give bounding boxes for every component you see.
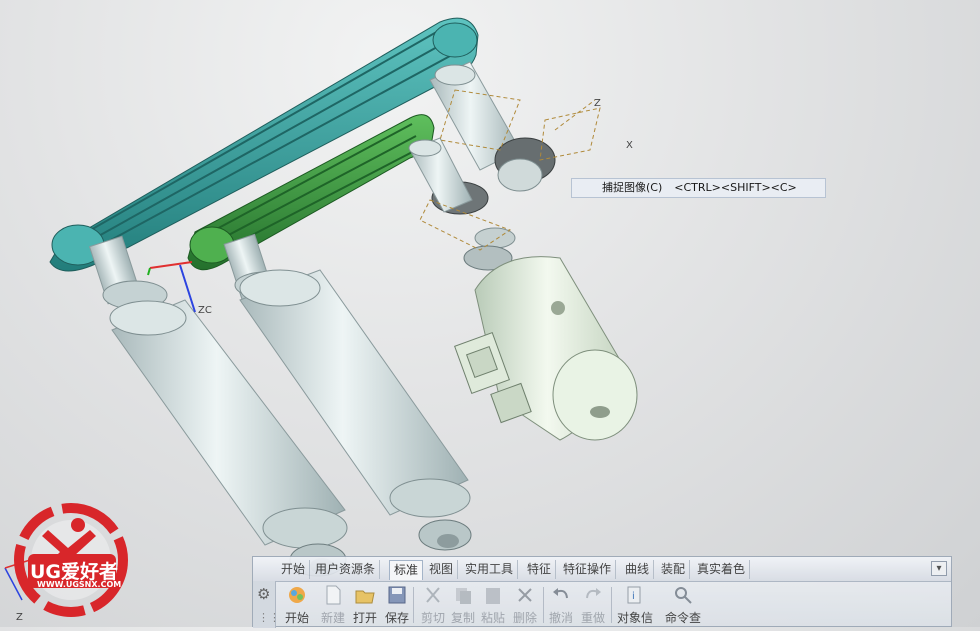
tab-view[interactable]: 视图 [425, 560, 459, 579]
tab-standard[interactable]: 标准 [389, 560, 424, 580]
gear-train [408, 61, 556, 271]
tooltip-shortcut: <CTRL><SHIFT><C> [674, 181, 797, 194]
cut-icon [426, 587, 440, 603]
tab-curves[interactable]: 曲线 [621, 560, 655, 579]
tab-features[interactable]: 特征 [523, 560, 557, 579]
delete-label: 删除 [512, 611, 537, 625]
redo-icon [586, 588, 601, 599]
command-finder-button[interactable]: 命令查 [665, 584, 701, 628]
command-finder-label: 命令查 [665, 611, 702, 625]
object-info-label: 对象信 [617, 611, 654, 625]
object-info-button[interactable]: i 对象信 [617, 584, 653, 628]
graphics-viewport[interactable]: ZC Z Z X 捕捉图像(C) <CTRL><SHIFT><C> [0, 0, 980, 627]
paste-icon [486, 588, 500, 604]
save-button[interactable]: 保存 [379, 584, 415, 628]
tab-start[interactable]: 开始 [277, 560, 311, 579]
copy-icon [456, 588, 471, 604]
paste-button[interactable]: 粘贴 [475, 584, 511, 628]
command-finder-icon [675, 587, 692, 604]
start-label: 开始 [284, 611, 309, 625]
new-label: 新建 [320, 611, 345, 625]
undo-button[interactable]: 撤消 [543, 584, 579, 628]
open-folder-icon [355, 590, 375, 604]
undo-icon [553, 588, 568, 599]
axis-label-z-top: Z [594, 98, 601, 109]
grip-icon[interactable]: ⋮⋮ [258, 611, 280, 624]
start-icon [289, 587, 305, 603]
paste-label: 粘贴 [480, 611, 505, 625]
axis-label-x: X [626, 140, 633, 151]
undo-label: 撤消 [548, 611, 573, 625]
svg-text:i: i [632, 591, 635, 602]
tab-assembly[interactable]: 装配 [657, 560, 691, 579]
new-button[interactable]: 新建 [315, 584, 351, 628]
start-button[interactable]: 开始 [279, 584, 315, 628]
save-icon [388, 586, 406, 604]
tab-utilities[interactable]: 实用工具 [461, 560, 519, 579]
axis-label-zc: ZC [198, 305, 212, 316]
save-label: 保存 [384, 611, 409, 625]
object-info-icon: i [627, 586, 641, 604]
tab-true-shading[interactable]: 真实着色 [693, 560, 751, 579]
assembly-model [4, 17, 638, 601]
motor [454, 256, 638, 441]
watermark-url: WWW.UGSNX.COM [37, 580, 122, 589]
open-button[interactable]: 打开 [347, 584, 383, 628]
tooltip-label: 捕捉图像(C) [602, 181, 663, 194]
toolbar-separator [413, 587, 414, 623]
tab-feature-operations[interactable]: 特征操作 [559, 560, 617, 579]
delete-icon [518, 588, 532, 602]
snapshot-tooltip: 捕捉图像(C) <CTRL><SHIFT><C> [571, 178, 826, 198]
redo-button[interactable]: 重做 [575, 584, 611, 628]
open-label: 打开 [352, 611, 377, 625]
gear-icon[interactable]: ⚙ [257, 585, 270, 603]
ribbon-tab-row: 开始 用户资源条 标准 视图 实用工具 特征 特征操作 曲线 装配 真实着色 ▾ [253, 557, 951, 582]
tab-user-resource-bar[interactable]: 用户资源条 [311, 560, 381, 579]
new-file-icon [326, 585, 341, 605]
delete-button[interactable]: 删除 [507, 584, 543, 628]
ribbon-toolbar: 开始 用户资源条 标准 视图 实用工具 特征 特征操作 曲线 装配 真实着色 ▾… [252, 556, 952, 628]
ribbon-options-button[interactable]: ▾ [931, 561, 947, 576]
redo-label: 重做 [580, 611, 605, 625]
ribbon-side-strip: ⚙ ⋮⋮ [253, 581, 280, 628]
toolbar-separator [611, 587, 612, 623]
